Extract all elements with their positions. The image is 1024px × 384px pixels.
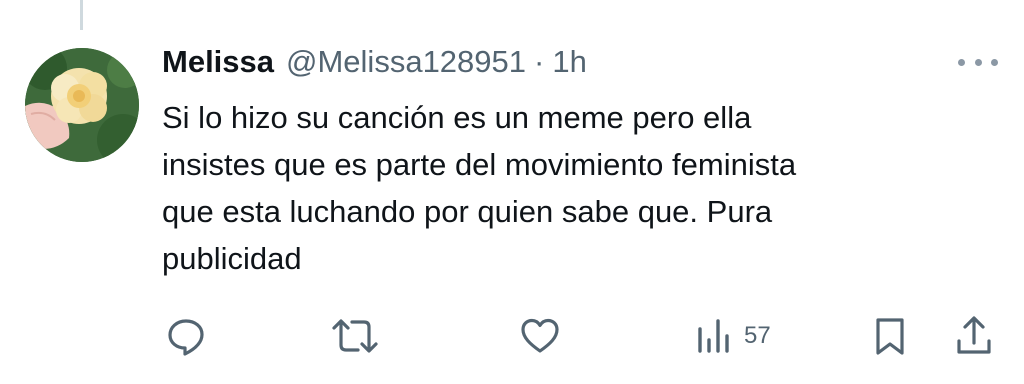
- display-name[interactable]: Melissa: [162, 44, 274, 80]
- bookmark-button[interactable]: [872, 314, 908, 358]
- tweet-header: Melissa @Melissa128951 · 1h: [162, 40, 587, 84]
- user-handle[interactable]: @Melissa128951: [286, 44, 526, 80]
- tweet-text-line: que esta luchando por quien sabe que. Pu…: [162, 194, 773, 229]
- like-button[interactable]: [518, 314, 562, 358]
- more-options-icon[interactable]: [958, 52, 998, 72]
- separator-dot: ·: [534, 44, 545, 79]
- views-bar-chart-icon: [698, 319, 729, 353]
- reply-icon: [168, 319, 204, 356]
- tweet-text-line: insistes que es parte del movimiento fem…: [162, 147, 797, 182]
- bookmark-icon: [876, 318, 904, 355]
- thread-connector-line: [80, 0, 83, 30]
- share-button[interactable]: [952, 314, 996, 358]
- views-button[interactable]: 57: [694, 314, 771, 358]
- tweet-text-line: publicidad: [162, 241, 302, 276]
- reply-button[interactable]: [164, 314, 208, 358]
- tweet-text-line: Si lo hizo su canción es un meme pero el…: [162, 100, 752, 135]
- retweet-button[interactable]: [330, 314, 380, 358]
- retweet-icon: [332, 319, 378, 353]
- views-count: 57: [744, 322, 771, 349]
- avatar-flower-image: [25, 48, 139, 162]
- share-icon: [957, 316, 991, 354]
- tweet-text: Si lo hizo su canción es un meme pero el…: [162, 94, 1002, 282]
- heart-icon: [521, 318, 559, 353]
- avatar[interactable]: [25, 48, 139, 162]
- timestamp[interactable]: 1h: [552, 44, 586, 80]
